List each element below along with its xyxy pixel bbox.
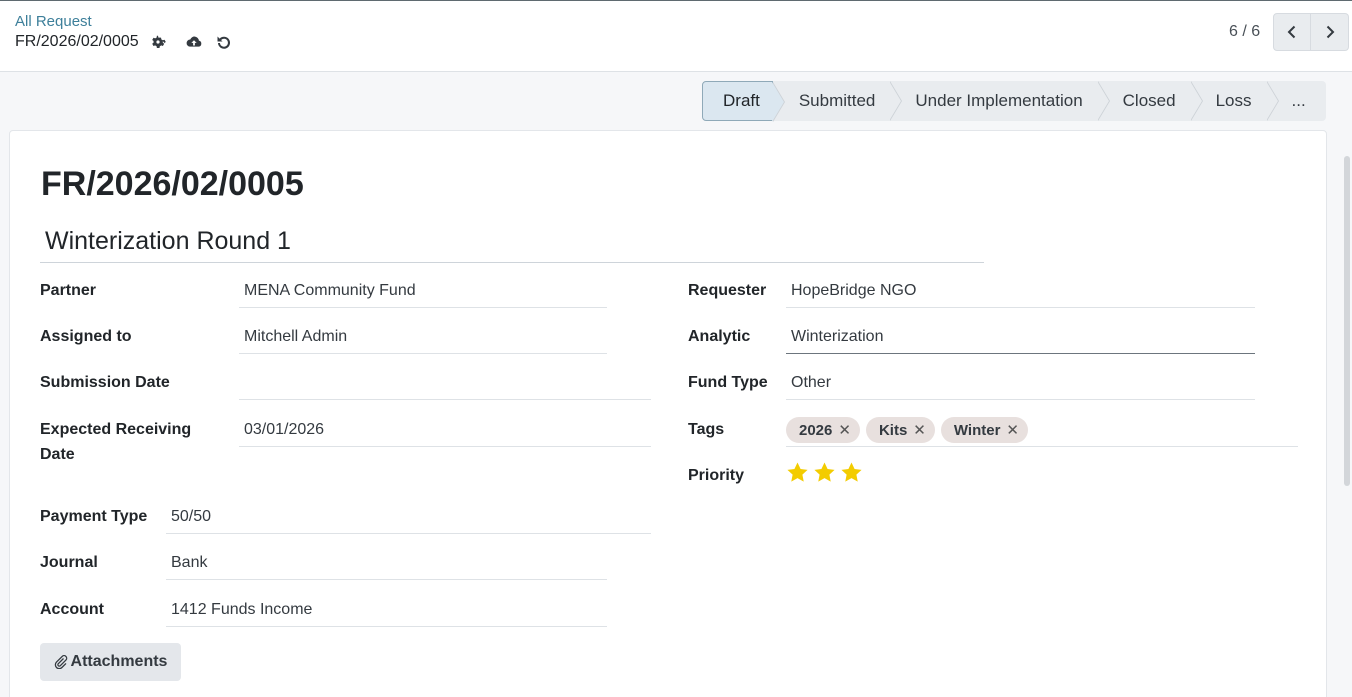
cloud-upload-icon[interactable] — [185, 33, 203, 51]
control-panel: All Request FR/2026/02/0005 6 / 6 — [0, 0, 1352, 72]
request-name-input[interactable]: Winterization Round 1 — [40, 227, 984, 263]
expected-receiving-date-label: Expected Receiving Date — [40, 421, 192, 463]
star-icon[interactable] — [840, 461, 863, 484]
journal-field[interactable]: Bank — [166, 550, 607, 580]
stage-closed[interactable]: Closed — [1096, 81, 1203, 121]
pager-next-button[interactable] — [1311, 13, 1349, 51]
scrollbar[interactable] — [1342, 72, 1352, 697]
assigned-to-field[interactable]: Mitchell Admin — [239, 324, 607, 354]
analytic-label: Analytic — [688, 328, 751, 345]
analytic-field[interactable]: Winterization — [786, 324, 1255, 354]
submission-date-label: Submission Date — [40, 374, 170, 391]
tag-label: 2026 — [799, 421, 833, 439]
tags-label: Tags — [688, 421, 725, 438]
journal-label: Journal — [40, 554, 98, 571]
star-icon[interactable] — [786, 461, 809, 484]
attachments-button[interactable]: Attachments — [40, 643, 181, 681]
submission-date-field[interactable] — [239, 370, 651, 400]
account-field[interactable]: 1412 Funds Income — [166, 597, 607, 627]
payment-type-field[interactable]: 50/50 — [166, 504, 651, 534]
attachments-label: Attachments — [70, 653, 168, 670]
scrollbar-thumb[interactable] — [1344, 156, 1350, 486]
assigned-to-label: Assigned to — [40, 328, 132, 345]
fund-type-label: Fund Type — [688, 374, 768, 391]
stage-draft[interactable]: Draft — [702, 81, 785, 122]
record-title: FR/2026/02/0005 — [41, 165, 304, 203]
paperclip-icon — [54, 655, 67, 669]
account-label: Account — [40, 601, 104, 618]
close-icon[interactable]: ✕ — [838, 421, 851, 439]
form-sheet: FR/2026/02/0005 Winterization Round 1 Pa… — [9, 130, 1327, 697]
stage-under-implementation[interactable]: Under Implementation — [889, 81, 1110, 121]
tag-label: Winter — [953, 421, 1001, 439]
undo-icon[interactable] — [215, 33, 233, 51]
requester-label: Requester — [688, 282, 767, 299]
priority-label: Priority — [688, 467, 745, 484]
expected-receiving-date-field[interactable]: 03/01/2026 — [239, 417, 651, 447]
chevron-left-icon — [1287, 25, 1296, 39]
payment-type-label: Payment Type — [40, 508, 148, 525]
pager-value[interactable]: 6 / 6 — [1229, 23, 1260, 41]
chevron-right-icon — [1326, 25, 1334, 39]
tag-chip: 2026 ✕ — [786, 417, 860, 443]
status-bar: Draft Submitted Under Implementation Clo… — [702, 81, 1326, 122]
breadcrumb-current: FR/2026/02/0005 — [15, 33, 233, 51]
stage-submitted[interactable]: Submitted — [772, 81, 902, 121]
close-icon[interactable]: ✕ — [1006, 421, 1019, 439]
tag-chip: Winter ✕ — [940, 417, 1028, 443]
priority-stars — [786, 461, 863, 484]
gear-icon[interactable] — [149, 33, 167, 51]
breadcrumb-record: FR/2026/02/0005 — [15, 33, 139, 50]
close-icon[interactable]: ✕ — [913, 421, 926, 439]
tag-chip: Kits ✕ — [865, 417, 935, 443]
tags-field[interactable]: 2026 ✕ Kits ✕ Winter ✕ — [786, 417, 1298, 447]
breadcrumb-parent[interactable]: All Request — [15, 13, 92, 30]
requester-field[interactable]: HopeBridge NGO — [786, 278, 1255, 308]
partner-field[interactable]: MENA Community Fund — [239, 278, 607, 308]
fund-type-field[interactable]: Other — [786, 370, 1255, 400]
star-icon[interactable] — [813, 461, 836, 484]
partner-label: Partner — [40, 282, 97, 299]
tag-label: Kits — [878, 421, 908, 439]
pager-previous-button[interactable] — [1273, 13, 1311, 51]
